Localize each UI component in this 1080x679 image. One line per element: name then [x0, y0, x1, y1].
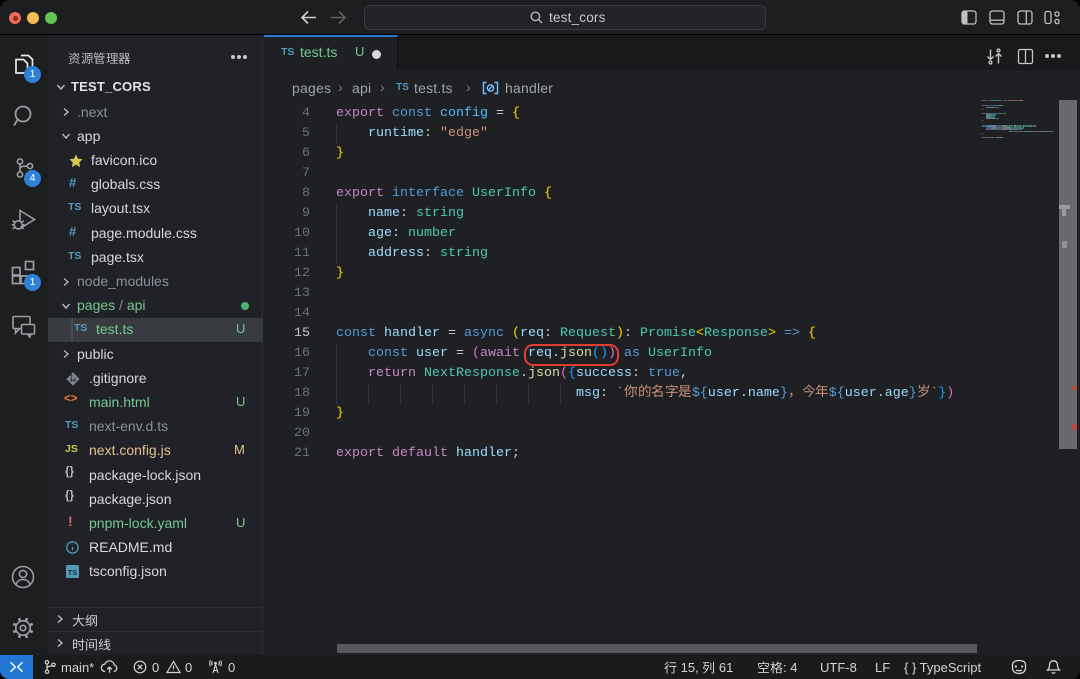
svg-text:TS: TS [68, 568, 78, 577]
